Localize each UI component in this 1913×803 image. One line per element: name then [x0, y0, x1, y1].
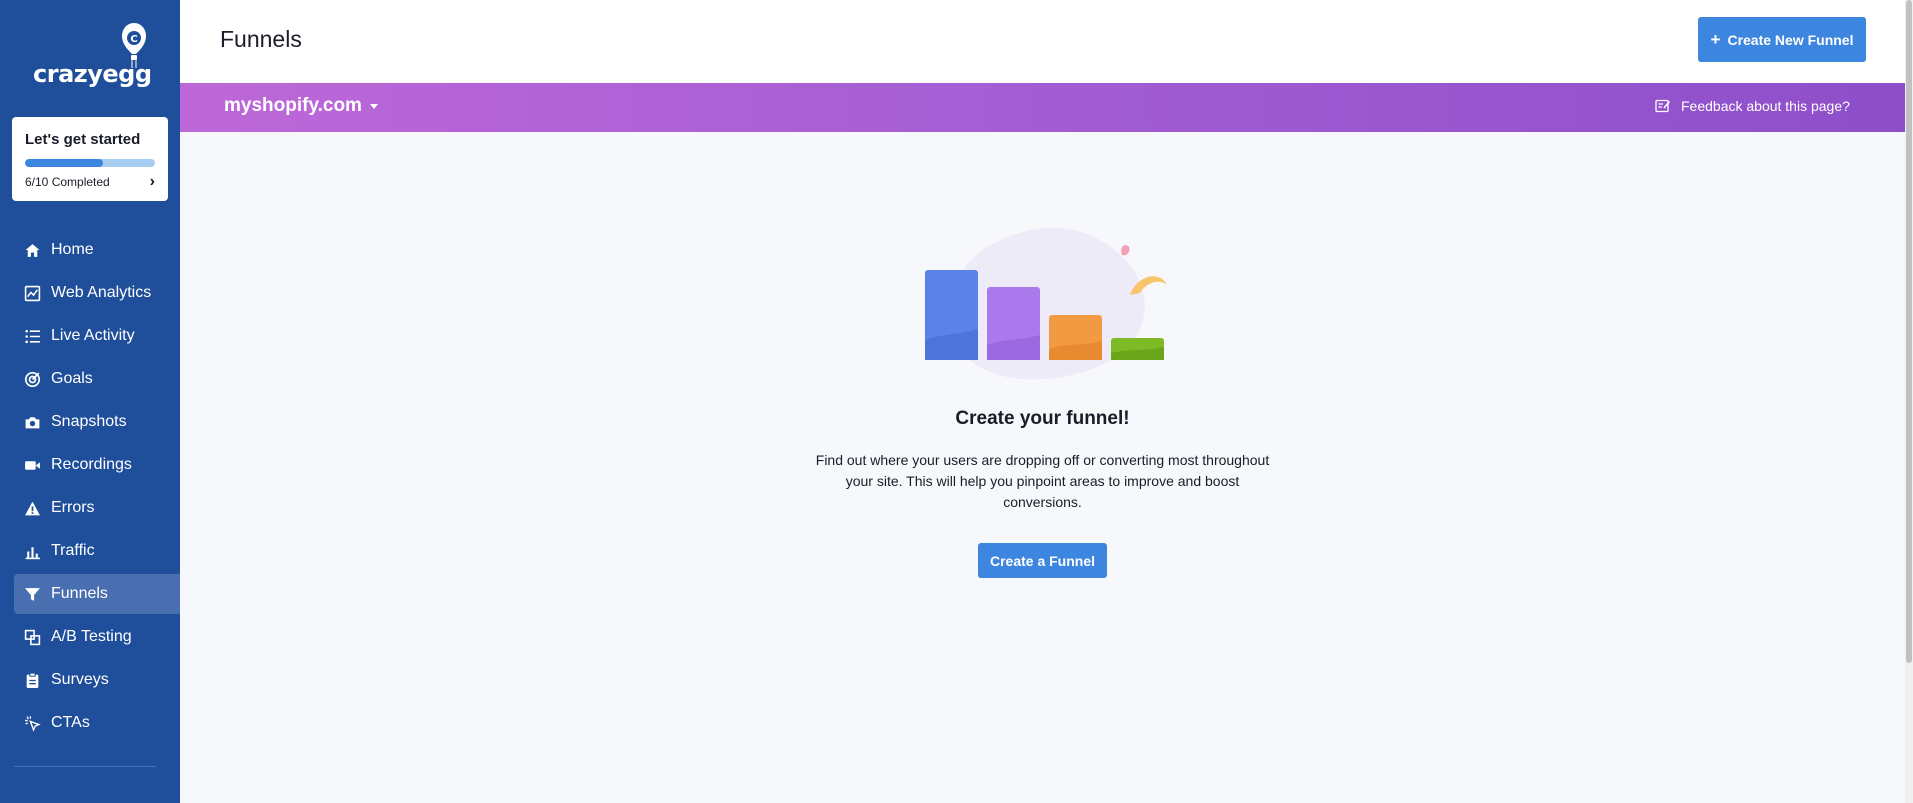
onboarding-progress-bar [25, 159, 155, 167]
logo-text: crazyegg [33, 60, 152, 88]
crazyegg-logo[interactable]: C crazyegg [30, 22, 152, 88]
home-icon [24, 242, 41, 259]
funnel-icon [24, 586, 41, 603]
ab-test-icon [24, 629, 41, 646]
sidebar-item-label: Funnels [51, 585, 108, 602]
sidebar-item-label: Snapshots [51, 413, 127, 430]
create-new-funnel-button[interactable]: + Create New Funnel [1698, 17, 1866, 62]
site-selector[interactable]: myshopify.com [224, 95, 378, 117]
sidebar-item-recordings[interactable]: Recordings [14, 445, 180, 485]
empty-state-description: Find out where your users are dropping o… [815, 452, 1270, 510]
feedback-icon [1655, 99, 1671, 113]
sidebar-item-surveys[interactable]: Surveys [14, 660, 180, 700]
feedback-label: Feedback about this page? [1681, 98, 1850, 114]
scrollbar[interactable] [1905, 0, 1913, 803]
onboarding-progress-fill [25, 159, 103, 167]
sidebar-item-live-activity[interactable]: Live Activity [14, 316, 180, 356]
caret-down-icon [369, 103, 378, 109]
bar-chart-icon [24, 543, 41, 560]
funnel-illustration [925, 228, 1167, 380]
sidebar-item-snapshots[interactable]: Snapshots [14, 402, 180, 442]
sidebar-item-label: CTAs [51, 714, 90, 731]
sidebar-item-home[interactable]: Home [14, 230, 180, 270]
scrollbar-thumb[interactable] [1906, 0, 1912, 663]
sidebar-item-label: Traffic [51, 542, 95, 559]
camera-icon [24, 414, 41, 431]
onboarding-card[interactable]: Let's get started 6/10 Completed › [12, 117, 168, 201]
chart-icon [24, 285, 41, 302]
site-banner: myshopify.com Feedback about this page? [180, 83, 1905, 132]
site-name: myshopify.com [224, 95, 362, 116]
video-icon [24, 457, 41, 474]
sidebar-item-label: Home [51, 241, 94, 258]
sidebar-item-ctas[interactable]: CTAs [14, 703, 180, 743]
page-title: Funnels [220, 26, 302, 52]
header: Funnels + Create New Funnel [180, 0, 1905, 83]
warning-icon [24, 500, 41, 517]
clipboard-icon [24, 672, 41, 689]
sidebar-item-errors[interactable]: Errors [14, 488, 180, 528]
create-new-funnel-label: Create New Funnel [1727, 31, 1854, 48]
sidebar-item-label: Recordings [51, 456, 132, 473]
sidebar-divider [14, 766, 156, 767]
sidebar-item-label: Web Analytics [51, 284, 152, 301]
onboarding-status: 6/10 Completed [25, 175, 110, 189]
create-funnel-button[interactable]: Create a Funnel [978, 543, 1107, 578]
target-icon [24, 371, 41, 388]
chevron-right-icon[interactable]: › [150, 173, 155, 191]
svg-text:C: C [130, 34, 137, 45]
sidebar-item-label: Errors [51, 499, 95, 516]
sidebar-item-label: Goals [51, 370, 93, 387]
onboarding-title: Let's get started [25, 131, 141, 148]
plus-icon: + [1710, 29, 1721, 49]
feedback-link[interactable]: Feedback about this page? [1655, 98, 1850, 114]
sidebar: C crazyegg Let's get started 6/10 Comple… [0, 0, 180, 803]
sidebar-item-goals[interactable]: Goals [14, 359, 180, 399]
sidebar-nav: Home Web Analytics Live Activity Goals S… [14, 230, 180, 746]
sidebar-item-traffic[interactable]: Traffic [14, 531, 180, 571]
sidebar-item-web-analytics[interactable]: Web Analytics [14, 273, 180, 313]
sidebar-item-funnels[interactable]: Funnels [14, 574, 180, 614]
sidebar-item-label: A/B Testing [51, 628, 132, 645]
sidebar-item-label: Surveys [51, 671, 109, 688]
cursor-click-icon [24, 715, 41, 732]
sidebar-item-label: Live Activity [51, 327, 135, 344]
list-icon [24, 328, 41, 345]
sidebar-item-ab-testing[interactable]: A/B Testing [14, 617, 180, 657]
empty-state-title: Create your funnel! [955, 408, 1130, 429]
